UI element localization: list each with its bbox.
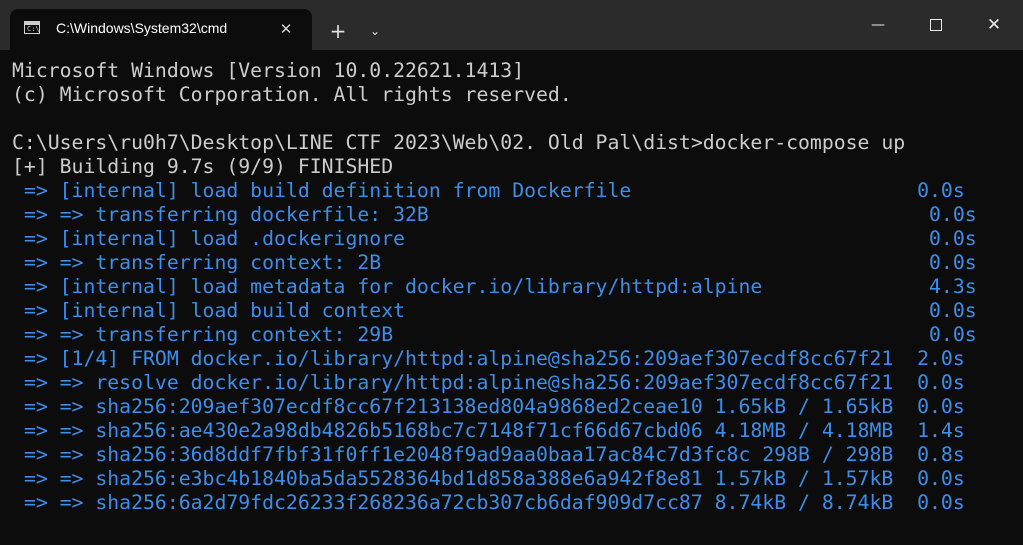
terminal-line: => => sha256:e3bc4b1840ba5da5528364bd1d8… — [12, 467, 965, 490]
terminal-line: => => sha256:ae430e2a98db4826b5168bc7c71… — [12, 419, 965, 442]
new-tab-button[interactable]: + — [322, 15, 354, 47]
terminal-line: => => transferring context: 2B 0.0s — [12, 251, 977, 274]
terminal-tab[interactable]: C:\ C:\Windows\System32\cmd ✕ — [10, 9, 312, 50]
terminal-line: => [internal] load metadata for docker.i… — [12, 275, 977, 298]
maximize-button[interactable] — [907, 0, 965, 50]
tab-title: C:\Windows\System32\cmd — [56, 20, 228, 36]
command-prompt-icon: C:\ — [24, 21, 40, 34]
terminal-line: (c) Microsoft Corporation. All rights re… — [12, 83, 572, 106]
terminal-window: C:\ C:\Windows\System32\cmd ✕ + ⌄ — ✕ Mi… — [0, 0, 1023, 545]
title-bar: C:\ C:\Windows\System32\cmd ✕ + ⌄ — ✕ — [0, 0, 1023, 50]
terminal-line: => => sha256:36d8ddf7fbf31f0ff1e2048f9ad… — [12, 443, 965, 466]
terminal-line: => => sha256:6a2d79fdc26233f268236a72cb3… — [12, 491, 965, 514]
terminal-line: => => transferring dockerfile: 32B 0.0s — [12, 203, 977, 226]
tab-close-icon[interactable]: ✕ — [272, 15, 300, 43]
terminal-line: => => transferring context: 29B 0.0s — [12, 323, 977, 346]
chevron-down-icon[interactable]: ⌄ — [360, 15, 390, 47]
minimize-button[interactable]: — — [849, 0, 907, 50]
maximize-icon — [930, 19, 942, 31]
terminal-output[interactable]: Microsoft Windows [Version 10.0.22621.14… — [0, 50, 1023, 545]
terminal-line: => [1/4] FROM docker.io/library/httpd:al… — [12, 347, 965, 370]
terminal-line: => [internal] load build definition from… — [12, 179, 965, 202]
command-prompt-icon-text: C:\ — [27, 25, 40, 33]
terminal-line: [+] Building 9.7s (9/9) FINISHED — [12, 155, 394, 178]
terminal-line: C:\Users\ru0h7\Desktop\LINE CTF 2023\Web… — [12, 131, 906, 154]
terminal-line: => [internal] load .dockerignore 0.0s — [12, 227, 977, 250]
close-window-button[interactable]: ✕ — [965, 0, 1023, 50]
terminal-line: => [internal] load build context 0.0s — [12, 299, 977, 322]
terminal-line: => => resolve docker.io/library/httpd:al… — [12, 371, 965, 394]
terminal-line: => => sha256:209aef307ecdf8cc67f213138ed… — [12, 395, 965, 418]
terminal-line: Microsoft Windows [Version 10.0.22621.14… — [12, 59, 525, 82]
